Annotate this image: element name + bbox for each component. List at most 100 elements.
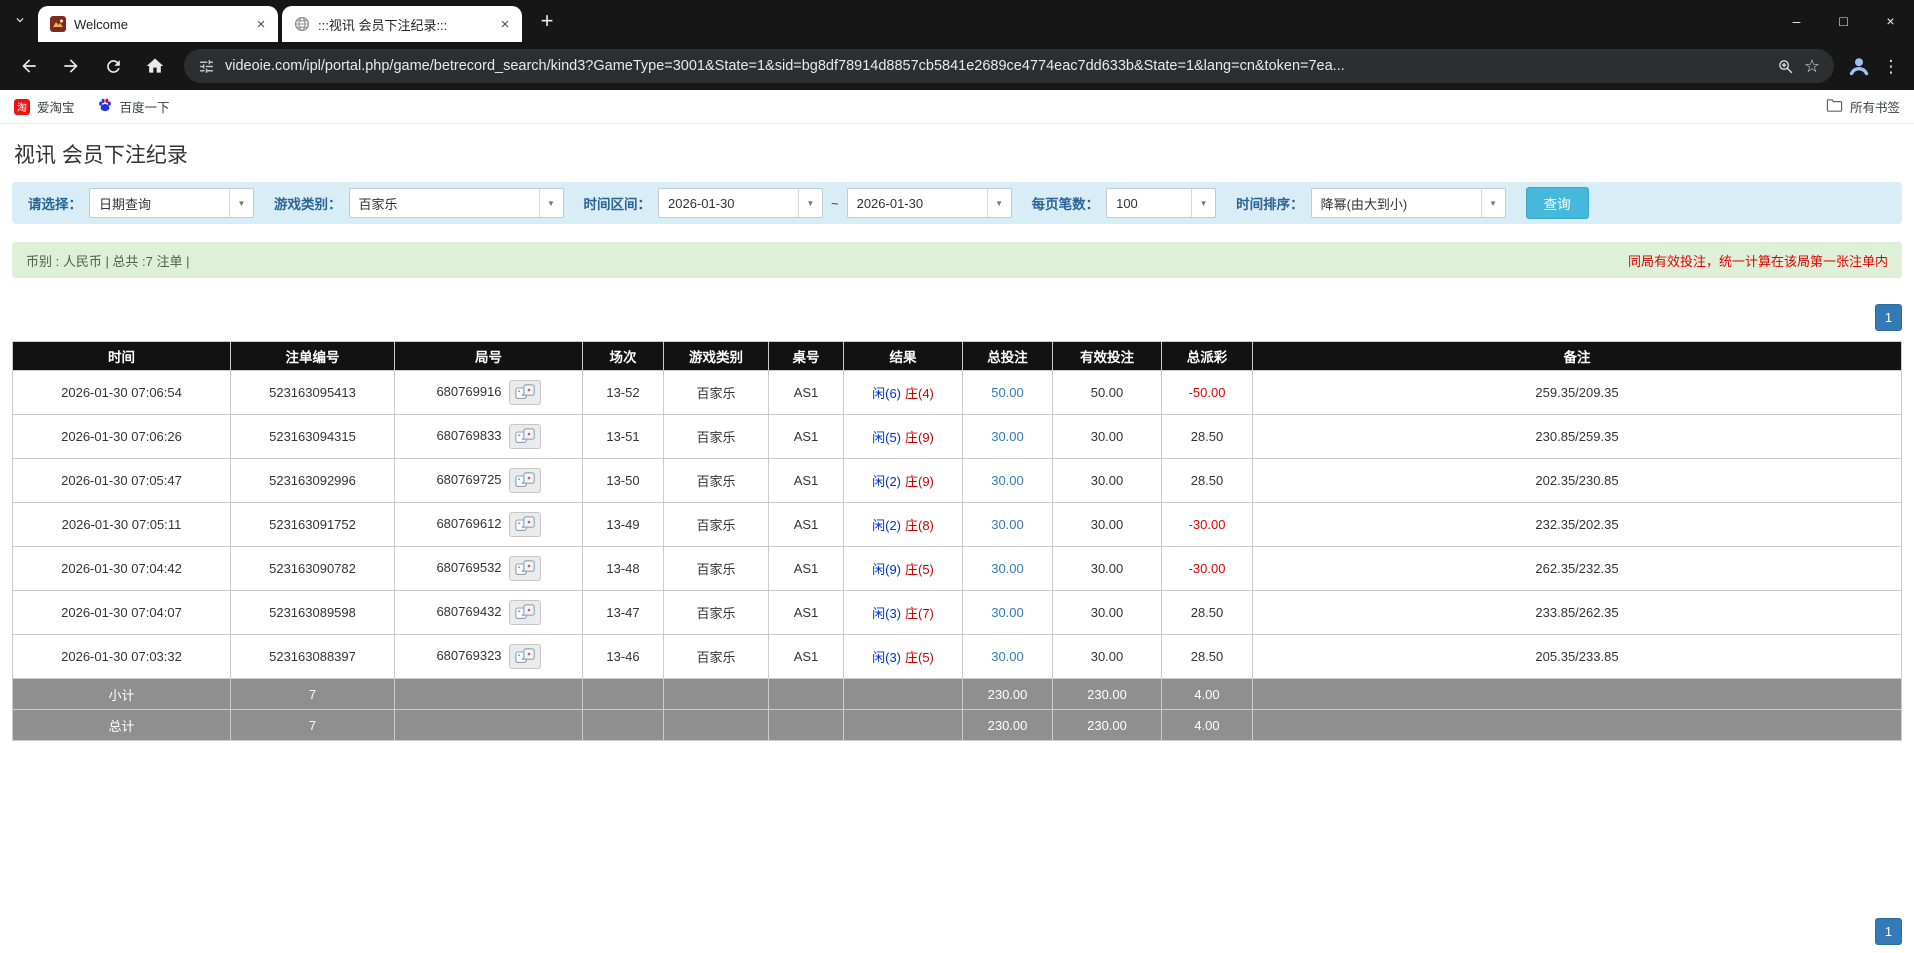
new-tab-button[interactable]: + [530, 4, 564, 38]
chevron-down-icon[interactable]: ▼ [229, 189, 253, 217]
url-text[interactable]: videoie.com/ipl/portal.php/game/betrecor… [225, 58, 1767, 74]
cell-total-bet: 50.00 [963, 371, 1053, 415]
all-bookmarks-button[interactable]: 所有书签 [1826, 97, 1900, 116]
close-button[interactable]: × [1867, 0, 1914, 42]
chevron-down-icon[interactable]: ▼ [987, 189, 1011, 217]
column-header-payout: 总派彩 [1162, 342, 1253, 371]
result-player: 闲(2) [872, 518, 901, 533]
cell-result: 闲(3)庄(5) [844, 635, 963, 679]
empty-cell [769, 710, 844, 741]
subtotal-row: 小计 7 230.00 230.00 4.00 [13, 679, 1902, 710]
total-bet-link[interactable]: 30.00 [991, 649, 1024, 664]
filter-label-page-size: 每页笔数： [1032, 193, 1100, 213]
result-banker: 庄(8) [905, 518, 934, 533]
cell-game-type: 百家乐 [664, 371, 769, 415]
home-button[interactable] [136, 47, 174, 85]
game-type-select[interactable]: 百家乐 ▼ [349, 188, 564, 218]
search-button[interactable]: 查询 [1526, 187, 1589, 219]
page-size-value: 100 [1107, 189, 1191, 217]
table-row: 2026-01-30 07:04:42 523163090782 6807695… [13, 547, 1902, 591]
browser-tab-bet-records[interactable]: :::视讯 会员下注纪录::: × [282, 6, 522, 42]
maximize-button[interactable]: □ [1820, 0, 1867, 42]
reload-button[interactable] [94, 47, 132, 85]
cell-round: 680769432 [395, 591, 583, 635]
chevron-down-icon[interactable]: ▼ [1481, 189, 1505, 217]
total-bet-link[interactable]: 30.00 [991, 473, 1024, 488]
browser-tab-welcome[interactable]: Welcome × [38, 6, 278, 42]
round-result-button[interactable] [509, 556, 541, 581]
tab-search-button[interactable] [6, 0, 34, 42]
subtotal-total-bet: 230.00 [963, 679, 1053, 710]
game-type-value: 百家乐 [350, 189, 539, 217]
table-row: 2026-01-30 07:05:47 523163092996 6807697… [13, 459, 1902, 503]
total-payout: 4.00 [1162, 710, 1253, 741]
cell-total-bet: 30.00 [963, 503, 1053, 547]
chevron-down-icon[interactable]: ▼ [798, 189, 822, 217]
cell-valid-bet: 30.00 [1053, 591, 1162, 635]
cell-time: 2026-01-30 07:03:32 [13, 635, 231, 679]
chevron-down-icon[interactable]: ▼ [1191, 189, 1215, 217]
total-bet-link[interactable]: 30.00 [991, 429, 1024, 444]
date-from-select[interactable]: 2026-01-30 ▼ [658, 188, 823, 218]
column-header-round: 局号 [395, 342, 583, 371]
cell-note: 232.35/202.35 [1253, 503, 1902, 547]
cell-bet-id: 523163094315 [231, 415, 395, 459]
date-to-value: 2026-01-30 [848, 189, 987, 217]
sort-order-select[interactable]: 降幂(由大到小) ▼ [1311, 188, 1506, 218]
zoom-icon[interactable] [1777, 58, 1794, 75]
cell-session: 13-46 [583, 635, 664, 679]
url-bar[interactable]: videoie.com/ipl/portal.php/game/betrecor… [184, 49, 1834, 83]
cell-result: 闲(2)庄(9) [844, 459, 963, 503]
result-player: 闲(6) [872, 386, 901, 401]
round-number: 680769833 [436, 428, 501, 443]
result-banker: 庄(7) [905, 606, 934, 621]
total-bet-link[interactable]: 30.00 [991, 605, 1024, 620]
result-player: 闲(3) [872, 606, 901, 621]
cell-game-type: 百家乐 [664, 547, 769, 591]
total-bet-link[interactable]: 30.00 [991, 561, 1024, 576]
globe-icon [294, 16, 310, 32]
tab-close-icon[interactable]: × [496, 15, 514, 33]
date-to-select[interactable]: 2026-01-30 ▼ [847, 188, 1012, 218]
cell-bet-id: 523163088397 [231, 635, 395, 679]
total-bet-link[interactable]: 50.00 [991, 385, 1024, 400]
cell-table-no: AS1 [769, 503, 844, 547]
bookmark-baidu[interactable]: 百度一下 [97, 97, 170, 116]
page-1-button[interactable]: 1 [1875, 304, 1902, 331]
cell-payout: 28.50 [1162, 459, 1253, 503]
site-settings-icon[interactable] [198, 58, 215, 75]
profile-avatar[interactable] [1842, 49, 1876, 83]
cell-total-bet: 30.00 [963, 459, 1053, 503]
round-result-button[interactable] [509, 600, 541, 625]
subtotal-valid-bet: 230.00 [1053, 679, 1162, 710]
filter-bar: 请选择： 日期查询 ▼ 游戏类别： 百家乐 ▼ 时间区间： 2026-01-30… [12, 182, 1902, 224]
round-result-button[interactable] [509, 424, 541, 449]
total-bet-link[interactable]: 30.00 [991, 517, 1024, 532]
cell-round: 680769833 [395, 415, 583, 459]
minimize-button[interactable]: – [1773, 0, 1820, 42]
page-content: 视讯 会员下注纪录 请选择： 日期查询 ▼ 游戏类别： 百家乐 ▼ 时间区间： … [0, 124, 1914, 945]
subtotal-count: 7 [231, 679, 395, 710]
query-mode-select[interactable]: 日期查询 ▼ [89, 188, 254, 218]
round-result-button[interactable] [509, 468, 541, 493]
round-result-button[interactable] [509, 380, 541, 405]
bookmark-taobao[interactable]: 淘 爱淘宝 [14, 97, 75, 116]
bookmarks-bar: 淘 爱淘宝 百度一下 所有书签 [0, 90, 1914, 124]
chevron-down-icon[interactable]: ▼ [539, 189, 563, 217]
column-header-bet-id: 注单编号 [231, 342, 395, 371]
round-result-button[interactable] [509, 644, 541, 669]
cell-bet-id: 523163095413 [231, 371, 395, 415]
back-button[interactable] [10, 47, 48, 85]
tab-title: :::视讯 会员下注纪录::: [318, 15, 488, 34]
page-1-button[interactable]: 1 [1875, 918, 1902, 945]
cell-session: 13-49 [583, 503, 664, 547]
page-size-select[interactable]: 100 ▼ [1106, 188, 1216, 218]
bookmark-star-icon[interactable]: ☆ [1804, 57, 1820, 75]
tab-close-icon[interactable]: × [252, 15, 270, 33]
column-header-note: 备注 [1253, 342, 1902, 371]
window-controls: – □ × [1773, 0, 1914, 42]
browser-menu-icon[interactable]: ⋮ [1876, 49, 1906, 83]
round-number: 680769916 [436, 384, 501, 399]
round-result-button[interactable] [509, 512, 541, 537]
forward-button[interactable] [52, 47, 90, 85]
